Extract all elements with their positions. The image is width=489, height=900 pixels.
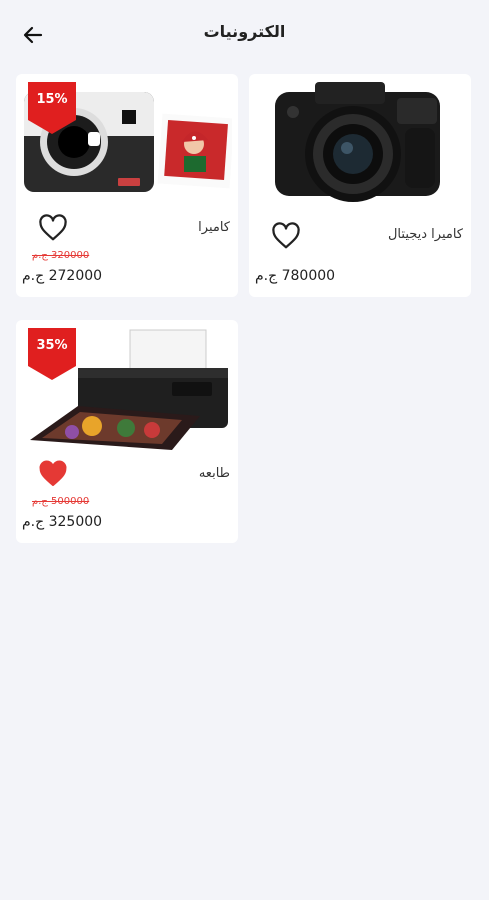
discount-label: 35% [36, 338, 68, 353]
old-price: 500000 ج.م [32, 496, 90, 507]
product-name: كاميرا [198, 220, 230, 235]
product-price: 325000 ج.م [22, 514, 103, 530]
heart-outline-icon[interactable] [271, 222, 301, 250]
product-card[interactable]: 15% كاميرا 320000 ج.م 272000 ج.م [16, 74, 238, 297]
page-title: الكترونيات [203, 22, 286, 41]
product-image-dslr-camera [275, 82, 440, 202]
discount-badge [28, 328, 76, 380]
app-header: الكترونيات [0, 0, 489, 70]
heart-filled-icon[interactable] [38, 460, 68, 488]
old-price: 320000 ج.م [32, 250, 90, 261]
discount-label: 15% [36, 92, 68, 107]
heart-outline-icon[interactable] [38, 214, 68, 242]
product-name: طابعه [198, 466, 230, 481]
product-price: 780000 ج.م [255, 268, 336, 284]
product-price: 272000 ج.م [22, 268, 103, 284]
discount-badge [28, 82, 76, 134]
product-name: كاميرا ديجيتال [387, 227, 463, 242]
product-card[interactable]: 35% طابعه 500000 ج.م 325000 ج.م [16, 320, 238, 543]
product-card[interactable]: كاميرا ديجيتال 780000 ج.م [249, 74, 471, 297]
